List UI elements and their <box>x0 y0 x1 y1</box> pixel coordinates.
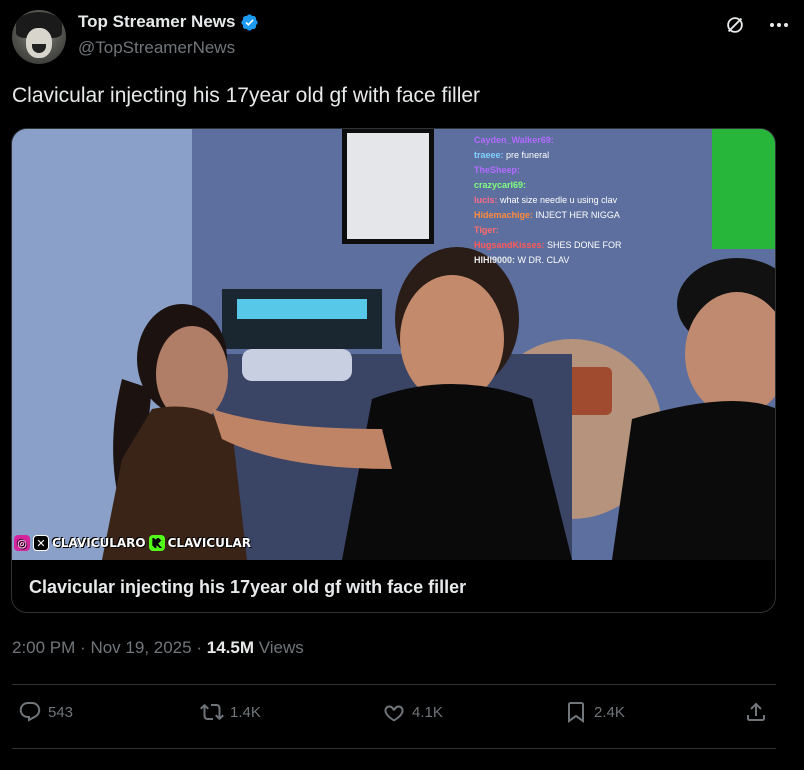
chat-message: what size needle u using clav <box>500 195 618 205</box>
reply-button[interactable]: 543 <box>18 700 73 724</box>
chat-user: traeee: <box>474 150 504 160</box>
repost-button[interactable]: 1.4K <box>200 700 261 724</box>
tweet-text: Clavicular injecting his 17year old gf w… <box>12 84 481 107</box>
like-button[interactable]: 4.1K <box>382 700 443 724</box>
handle[interactable]: @TopStreamerNews <box>78 38 235 58</box>
instagram-icon: ◎ <box>14 535 30 551</box>
heart-icon <box>384 705 404 722</box>
meta-separator: · <box>196 638 202 657</box>
meta-separator: · <box>80 638 86 657</box>
verified-badge-icon <box>241 13 259 31</box>
watermark-handle-2: CLAVICULAR <box>167 536 252 550</box>
x-logo-icon: ✕ <box>33 535 49 551</box>
bookmark-icon <box>568 702 584 723</box>
views-count: 14.5M <box>206 638 254 657</box>
chat-message: pre funeral <box>506 150 550 160</box>
chat-line: Hidemachige: INJECT HER NIGGA <box>474 208 622 223</box>
chat-line: Cayden_Walker69: <box>474 133 622 148</box>
media-card[interactable]: Cayden_Walker69: traeee: pre funeral The… <box>11 128 776 613</box>
repost-icon <box>200 703 224 721</box>
chat-overlay: Cayden_Walker69: traeee: pre funeral The… <box>474 133 622 268</box>
chat-message: W DR. CLAV <box>517 255 570 265</box>
kick-logo-icon: K <box>148 535 165 551</box>
bookmark-count: 2.4K <box>594 703 625 721</box>
reply-count: 543 <box>48 703 74 721</box>
chat-line: crazycarl69: <box>474 178 622 193</box>
divider <box>12 748 776 749</box>
chat-user: Hidemachige: <box>474 210 534 220</box>
divider <box>12 684 776 685</box>
chat-message: SHES DONE FOR <box>547 240 622 250</box>
bookmark-button[interactable]: 2.4K <box>564 700 625 724</box>
chat-line: HIHI9000: W DR. CLAV <box>474 253 622 268</box>
chat-line: traeee: pre funeral <box>474 148 622 163</box>
video-scene <box>12 129 775 560</box>
chat-line: lucis: what size needle u using clav <box>474 193 622 208</box>
tweet-meta: 2:00 PM · Nov 19, 2025 · 14.5M Views <box>12 638 304 658</box>
display-name[interactable]: Top Streamer News <box>78 12 235 32</box>
chat-message: INJECT HER NIGGA <box>535 210 620 220</box>
avatar[interactable] <box>12 10 66 64</box>
watermark-handle: CLAVICULARO <box>52 536 146 550</box>
share-icon <box>747 702 765 721</box>
chat-user: HugsandKisses: <box>474 240 545 250</box>
reply-icon <box>19 702 41 722</box>
views-label: Views <box>258 638 304 657</box>
action-bar: 543 1.4K 4.1K 2.4K <box>12 700 772 732</box>
chat-user: crazycarl69: <box>474 180 527 190</box>
share-button[interactable] <box>744 700 768 724</box>
card-title: Clavicular injecting his 17year old gf w… <box>29 577 467 597</box>
like-count: 4.1K <box>412 703 443 721</box>
chat-line: Tiger: <box>474 223 622 238</box>
chat-user: lucis: <box>474 195 498 205</box>
chat-user: HIHI9000: <box>474 255 516 265</box>
grok-icon[interactable] <box>724 14 746 36</box>
more-options-icon[interactable] <box>766 12 792 38</box>
chat-line: HugsandKisses: SHES DONE FOR <box>474 238 622 253</box>
chat-user: Cayden_Walker69: <box>474 135 554 145</box>
avatar-face <box>26 28 52 58</box>
name-row: Top Streamer News <box>78 12 259 32</box>
video-watermark: ◎ ✕ CLAVICULARO K CLAVICULAR <box>14 535 251 551</box>
chat-line: TheSheep: <box>474 163 622 178</box>
chat-user: TheSheep: <box>474 165 521 175</box>
chat-user: Tiger: <box>474 225 499 235</box>
tweet-time[interactable]: 2:00 PM <box>12 638 75 657</box>
tweet-header: Top Streamer News @TopStreamerNews <box>12 8 792 64</box>
tweet-date[interactable]: Nov 19, 2025 <box>90 638 191 657</box>
repost-count: 1.4K <box>230 703 261 721</box>
video-thumbnail[interactable]: Cayden_Walker69: traeee: pre funeral The… <box>12 129 775 560</box>
